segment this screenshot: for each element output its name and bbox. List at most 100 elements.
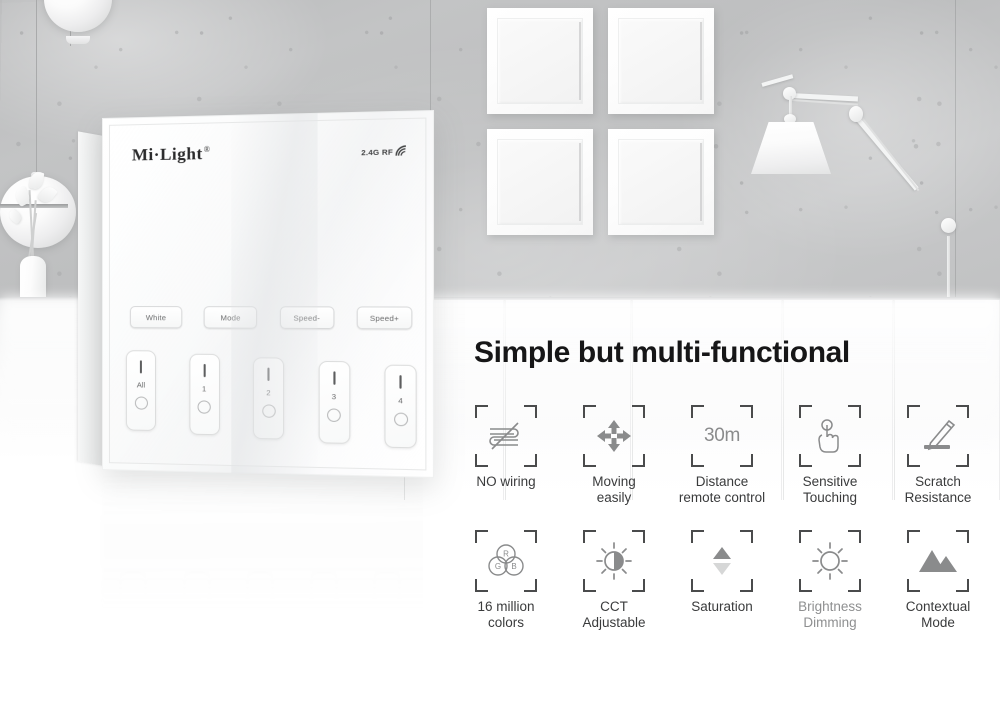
corner-bracket xyxy=(848,454,861,467)
feature-item: Brightness Dimming xyxy=(776,530,884,631)
zone-1-button-label: 1 xyxy=(202,384,207,394)
zone-all-button-label: All xyxy=(136,380,146,390)
speed-up-button[interactable]: Speed+ xyxy=(356,306,413,330)
speed-up-button-label: Speed+ xyxy=(369,313,400,323)
panel-front-face: Mi·Light® 2.4G RF White Mode Speed- Speed+ … xyxy=(102,110,435,478)
zone-4-button[interactable]: 4 xyxy=(384,364,417,449)
corner-bracket xyxy=(907,405,920,418)
mode-button-label: Mode xyxy=(220,312,241,323)
zone-1-button[interactable]: 1 xyxy=(188,353,220,436)
feature-icon-frame xyxy=(907,530,969,592)
corner-bracket xyxy=(740,454,753,467)
zone-3-button[interactable]: 3 xyxy=(318,360,350,444)
corner-bracket xyxy=(583,530,596,543)
mode-button[interactable]: Mode xyxy=(203,306,258,329)
corner-bracket xyxy=(740,579,753,592)
power-bar-icon xyxy=(399,375,402,389)
white-button[interactable]: White xyxy=(129,306,183,329)
lamp-joint xyxy=(849,106,863,122)
pen-scratch-icon xyxy=(916,415,960,457)
feature-label: Sensitive Touching xyxy=(802,474,858,505)
feature-item: CCT Adjustable xyxy=(560,530,668,631)
power-bar-icon xyxy=(267,367,270,381)
feature-item: Sensitive Touching xyxy=(776,405,884,506)
touch-hand-icon xyxy=(808,415,852,457)
no-wiring-icon xyxy=(484,415,528,457)
wall-frame-2 xyxy=(608,8,714,114)
feature-item: R G B 16 million colors xyxy=(452,530,560,631)
power-circle-icon xyxy=(197,400,211,414)
power-circle-icon xyxy=(134,396,148,410)
corner-bracket xyxy=(740,405,753,418)
rgb-venn-icon: R G B xyxy=(484,540,528,582)
feature-label: Contextual Mode xyxy=(905,599,971,630)
corner-bracket xyxy=(475,530,488,543)
feature-item: 30m Distance remote control xyxy=(668,405,776,506)
power-bar-icon xyxy=(332,371,335,385)
saturation-arrows-icon xyxy=(700,540,744,582)
rf-badge: 2.4G RF xyxy=(361,145,408,157)
corner-bracket xyxy=(632,454,645,467)
corner-bracket xyxy=(691,405,704,418)
feature-label: Brightness Dimming xyxy=(798,599,862,630)
corner-bracket xyxy=(524,405,537,418)
feature-icon-grid: NO wiring Moving easily 30m Distance remote … xyxy=(452,405,992,631)
feature-item: Saturation xyxy=(668,530,776,631)
corner-bracket xyxy=(691,579,704,592)
feature-icon-frame xyxy=(907,405,969,467)
corner-bracket xyxy=(583,405,596,418)
corner-bracket xyxy=(691,454,704,467)
registered-mark: ® xyxy=(203,145,211,155)
zone-3-button-label: 3 xyxy=(331,391,337,402)
cct-color-strip-cool-row[interactable] xyxy=(125,256,256,268)
power-circle-icon xyxy=(261,404,276,418)
power-bar-icon xyxy=(203,363,206,378)
feature-item: Contextual Mode xyxy=(884,530,992,631)
corner-bracket xyxy=(848,579,861,592)
brightness-sun-icon xyxy=(808,540,852,582)
panel-side-face xyxy=(78,131,104,466)
rgb-color-strip[interactable] xyxy=(125,186,408,212)
function-button-row: White Mode Speed- Speed+ xyxy=(129,306,413,330)
zone-all-button[interactable]: All xyxy=(125,350,156,432)
corner-bracket xyxy=(740,530,753,543)
pendant-cap xyxy=(66,36,90,44)
corner-bracket xyxy=(907,579,920,592)
corner-bracket xyxy=(632,405,645,418)
svg-text:B: B xyxy=(511,562,516,571)
zone-2-button[interactable]: 2 xyxy=(252,357,285,440)
feature-label: Distance remote control xyxy=(678,474,766,505)
corner-bracket xyxy=(799,530,812,543)
feature-label: 16 million colors xyxy=(477,599,535,630)
corner-bracket xyxy=(907,454,920,467)
panel-brand-row: Mi·Light® 2.4G RF xyxy=(132,138,408,168)
corner-bracket xyxy=(524,454,537,467)
mi-light-touch-panel-product: Mi·Light® 2.4G RF White Mode Speed- Speed+ … xyxy=(78,110,435,478)
feature-icon-frame: 30m xyxy=(691,405,753,467)
corner-bracket xyxy=(475,579,488,592)
feature-icon-frame xyxy=(583,405,645,467)
white-button-label: White xyxy=(145,312,167,322)
feature-label: Saturation xyxy=(691,599,753,614)
corner-bracket xyxy=(799,454,812,467)
cct-color-strip-warm-row[interactable] xyxy=(125,245,256,257)
zone-4-button-label: 4 xyxy=(398,395,403,406)
corner-bracket xyxy=(583,454,596,467)
feature-item: Moving easily xyxy=(560,405,668,506)
speed-down-button[interactable]: Speed- xyxy=(279,306,335,330)
corner-bracket xyxy=(956,405,969,418)
feature-icon-frame xyxy=(691,530,753,592)
svg-text:R: R xyxy=(503,550,509,559)
feature-icon-frame xyxy=(799,405,861,467)
zone-button-row: All 1 2 3 4 xyxy=(125,350,417,449)
feature-icon-frame xyxy=(475,405,537,467)
corner-bracket xyxy=(691,530,704,543)
signal-waves-icon xyxy=(395,145,408,157)
feature-icon-frame xyxy=(583,530,645,592)
corner-bracket xyxy=(524,579,537,592)
brightness-strip[interactable] xyxy=(276,244,408,268)
feature-label: Moving easily xyxy=(592,474,636,505)
wall-frame-4 xyxy=(608,129,714,235)
move-arrows-icon xyxy=(592,415,636,457)
feature-item: NO wiring xyxy=(452,405,560,506)
